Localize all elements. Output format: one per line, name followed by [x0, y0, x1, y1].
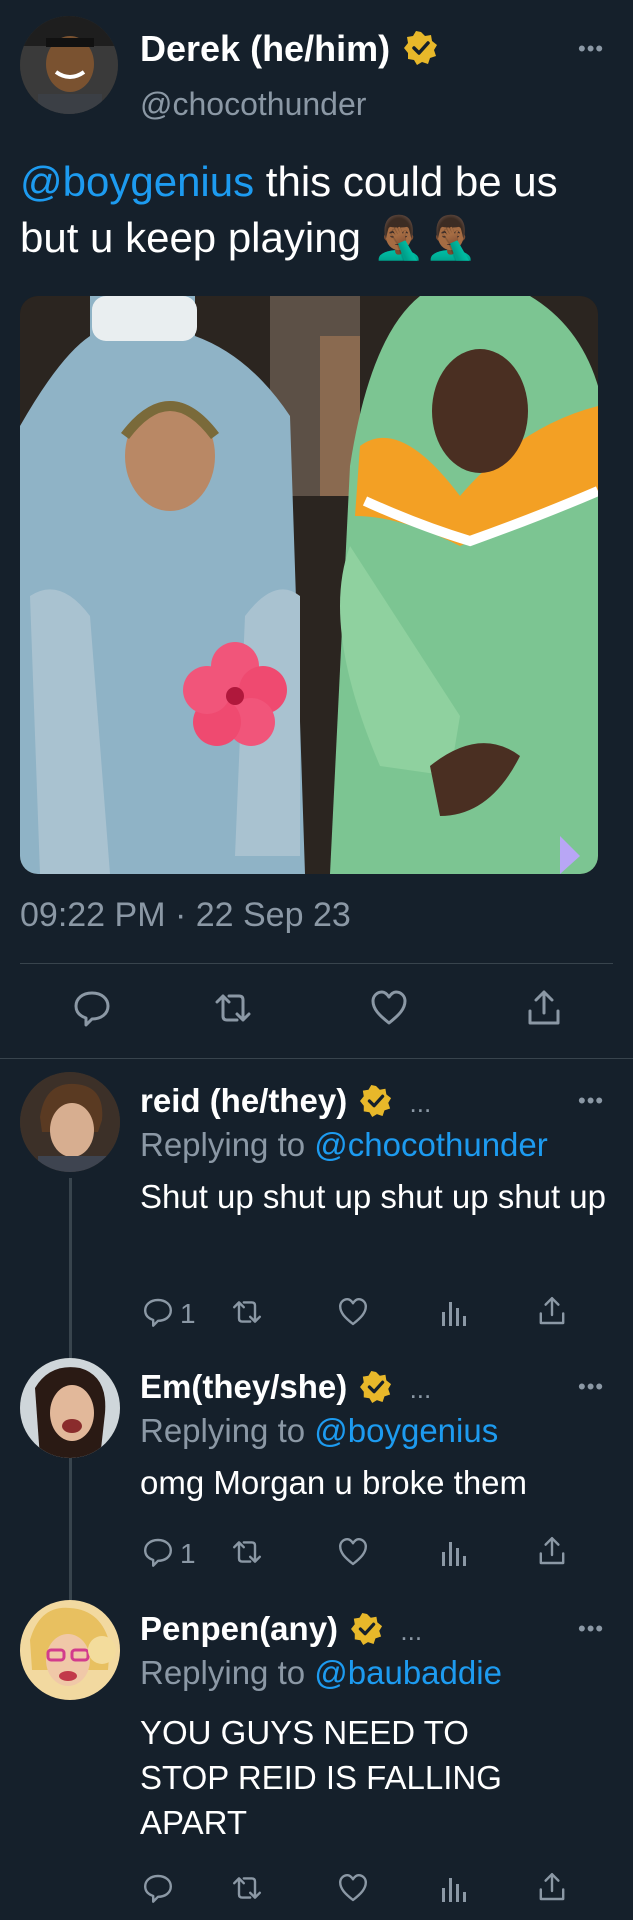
- verified-badge-icon: [351, 1613, 383, 1645]
- like-icon[interactable]: [337, 1536, 369, 1568]
- verified-badge-icon: [360, 1085, 392, 1117]
- tweet-image[interactable]: [20, 296, 598, 874]
- reply-icon[interactable]: [142, 1536, 174, 1568]
- retweet-icon[interactable]: [229, 1872, 265, 1904]
- reply-text: Shut up shut up shut up shut up: [140, 1178, 607, 1215]
- inline-dots: ...: [400, 1616, 423, 1646]
- display-name-text: Em(they/she): [140, 1368, 348, 1405]
- reply-count: 1: [180, 1298, 196, 1329]
- reply-icon[interactable]: [142, 1296, 174, 1328]
- replying-to: Replying to @chocothunder: [140, 1126, 548, 1164]
- like-icon[interactable]: [337, 1872, 369, 1904]
- display-name-text: Derek (he/him): [140, 28, 391, 69]
- divider: [0, 1058, 633, 1059]
- reply-icon[interactable]: [72, 988, 112, 1028]
- share-icon[interactable]: [536, 1534, 568, 1568]
- reply-actions: 1: [0, 1532, 633, 1572]
- divider: [20, 963, 613, 964]
- reply-text: omg Morgan u broke them: [140, 1464, 528, 1501]
- analytics-icon[interactable]: [439, 1872, 469, 1904]
- more-dots-icon[interactable]: •••: [578, 1374, 604, 1400]
- mention-link[interactable]: @boygenius: [20, 158, 254, 205]
- replying-prefix: Replying to: [140, 1654, 315, 1691]
- display-name-text: reid (he/they): [140, 1082, 348, 1119]
- like-icon[interactable]: [337, 1296, 369, 1328]
- tweet-actions: [0, 985, 633, 1035]
- reply-count: 1: [180, 1538, 196, 1569]
- more-dots-icon[interactable]: •••: [578, 1616, 604, 1642]
- share-icon[interactable]: [524, 987, 564, 1029]
- reply-text: YOU GUYS NEED TO STOP REID IS FALLING AP…: [140, 1714, 502, 1841]
- thread-line: [69, 1178, 72, 1363]
- tweet-text: @boygenius this could be us but u keep p…: [20, 154, 620, 266]
- avatar[interactable]: [20, 1072, 120, 1172]
- reply-actions: 1: [0, 1292, 633, 1332]
- replying-to: Replying to @baubaddie: [140, 1654, 502, 1692]
- retweet-icon[interactable]: [211, 988, 255, 1028]
- retweet-icon[interactable]: [229, 1296, 265, 1328]
- replying-prefix: Replying to: [140, 1412, 315, 1449]
- display-name-text: Penpen(any): [140, 1610, 339, 1647]
- share-icon[interactable]: [536, 1870, 568, 1904]
- display-name[interactable]: reid (he/they) ...: [140, 1082, 431, 1120]
- share-icon[interactable]: [536, 1294, 568, 1328]
- reply-actions: [0, 1868, 633, 1908]
- verified-badge-icon: [404, 31, 438, 65]
- like-icon[interactable]: [369, 988, 409, 1028]
- analytics-icon[interactable]: [439, 1536, 469, 1568]
- analytics-icon[interactable]: [439, 1296, 469, 1328]
- avatar[interactable]: [20, 1600, 120, 1700]
- avatar[interactable]: [20, 1358, 120, 1458]
- inline-dots: ...: [409, 1374, 432, 1404]
- reply-icon[interactable]: [142, 1872, 174, 1904]
- timestamp[interactable]: 09:22 PM · 22 Sep 23: [20, 896, 351, 935]
- verified-badge-icon: [360, 1371, 392, 1403]
- inline-dots: ...: [409, 1088, 432, 1118]
- replying-to-link[interactable]: @boygenius: [314, 1412, 498, 1449]
- replying-prefix: Replying to: [140, 1126, 315, 1163]
- tweet-thread-screen: Derek (he/him) @chocothunder ••• @boygen…: [0, 0, 633, 1920]
- replying-to: Replying to @boygenius: [140, 1412, 498, 1450]
- replying-to-link[interactable]: @chocothunder: [314, 1126, 547, 1163]
- more-dots-icon[interactable]: •••: [578, 36, 604, 62]
- replying-to-link[interactable]: @baubaddie: [314, 1654, 502, 1691]
- display-name[interactable]: Penpen(any) ...: [140, 1610, 422, 1648]
- more-dots-icon[interactable]: •••: [578, 1088, 604, 1114]
- handle[interactable]: @chocothunder: [140, 86, 366, 123]
- retweet-icon[interactable]: [229, 1536, 265, 1568]
- display-name[interactable]: Derek (he/him): [140, 28, 438, 70]
- display-name[interactable]: Em(they/she) ...: [140, 1368, 431, 1406]
- avatar[interactable]: [20, 16, 118, 114]
